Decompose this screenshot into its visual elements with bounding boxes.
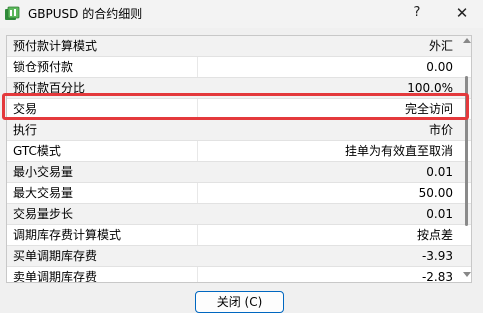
row-value: 完全访问 — [404, 102, 453, 116]
row-value: 外汇 — [428, 39, 453, 53]
table-row[interactable]: 执行 市价 — [7, 120, 471, 141]
row-value: 0.00 — [426, 60, 453, 74]
row-value: 按点差 — [416, 228, 453, 242]
row-value: 50.00 — [418, 186, 453, 200]
table-row[interactable]: 预付款计算模式 外汇 — [7, 36, 471, 57]
row-value: -2.83 — [421, 270, 453, 283]
scroll-down-icon[interactable] — [463, 272, 471, 277]
table-row[interactable]: 调期库存费计算模式 按点差 — [7, 225, 471, 246]
table-row[interactable]: 锁仓预付款 0.00 — [7, 57, 471, 78]
row-label: 交易 — [13, 102, 38, 116]
window-close-button[interactable]: ✕ — [447, 0, 477, 28]
scroll-up-icon[interactable] — [463, 38, 471, 43]
app-icon — [5, 6, 20, 20]
row-label: 调期库存费计算模式 — [13, 228, 122, 242]
row-label: 最小交易量 — [13, 165, 74, 179]
row-value: 0.01 — [426, 165, 453, 179]
vertical-scrollbar[interactable] — [462, 36, 472, 280]
table-row[interactable]: 卖单调期库存费 -2.83 — [7, 267, 471, 283]
scroll-thumb[interactable] — [465, 76, 468, 226]
row-value: 挂单为有效直至取消 — [344, 144, 453, 158]
row-label: 最大交易量 — [13, 186, 74, 200]
table-row[interactable]: 最小交易量 0.01 — [7, 162, 471, 183]
window-title: GBPUSD 的合约细则 — [28, 7, 143, 21]
contract-specs-table[interactable]: 预付款计算模式 外汇 锁仓预付款 0.00 预付款百分比 100.0% 交易 完… — [6, 35, 472, 283]
row-label: 锁仓预付款 — [13, 60, 74, 74]
row-label: 买单调期库存费 — [13, 249, 98, 263]
row-label: 执行 — [13, 123, 38, 137]
table-row[interactable]: 交易量步长 0.01 — [7, 204, 471, 225]
row-value: 市价 — [428, 123, 453, 137]
row-label: 预付款百分比 — [13, 81, 86, 95]
row-value: 0.01 — [426, 207, 453, 221]
table-row[interactable]: 买单调期库存费 -3.93 — [7, 246, 471, 267]
table-row[interactable]: 预付款百分比 100.0% — [7, 78, 471, 99]
row-value: -3.93 — [421, 249, 453, 263]
table-row[interactable]: 最大交易量 50.00 — [7, 183, 471, 204]
help-icon: ? — [413, 5, 421, 20]
row-label: GTC模式 — [13, 144, 61, 158]
close-icon: ✕ — [455, 4, 469, 22]
row-label: 交易量步长 — [13, 207, 74, 221]
title-bar: GBPUSD 的合约细则 ? ✕ — [0, 0, 483, 28]
row-label: 预付款计算模式 — [13, 39, 98, 53]
table-row-gtc-mode[interactable]: GTC模式 挂单为有效直至取消 — [7, 141, 471, 162]
row-label: 卖单调期库存费 — [13, 270, 98, 283]
row-value: 100.0% — [407, 81, 453, 95]
table-row[interactable]: 交易 完全访问 — [7, 99, 471, 120]
help-button[interactable]: ? — [402, 0, 432, 28]
